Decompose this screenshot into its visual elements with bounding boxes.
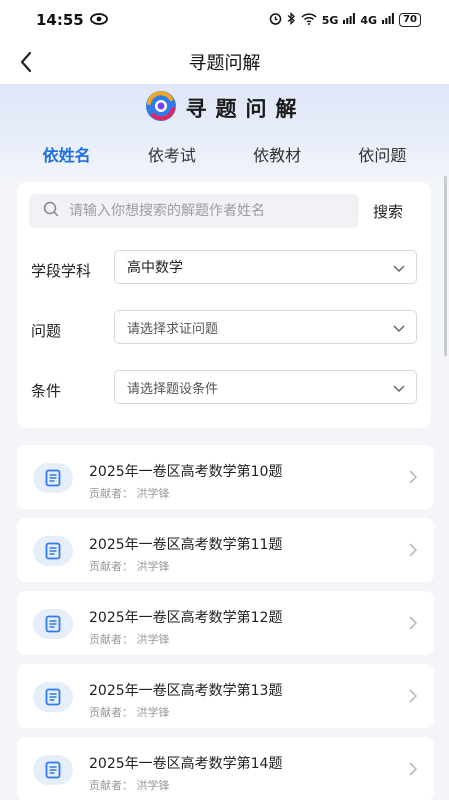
document-icon: [33, 463, 73, 493]
list-item[interactable]: 2025年一卷区高考数学第12题 贡献者： 洪学锋: [17, 591, 434, 655]
bluetooth-icon: [287, 11, 296, 28]
signal-4g-label: 4G: [360, 13, 378, 27]
scrollbar[interactable]: [444, 176, 447, 356]
status-left: 14:55: [36, 11, 108, 29]
item-title: 2025年一卷区高考数学第11题: [89, 537, 283, 553]
tab-by-exam[interactable]: 依考试: [144, 140, 200, 176]
item-contributor: 贡献者： 洪学锋: [89, 633, 170, 646]
chevron-right-icon: [408, 615, 418, 635]
chevron-right-icon: [408, 761, 418, 781]
item-title: 2025年一卷区高考数学第13题: [89, 683, 283, 699]
question-label: 问题: [31, 322, 62, 340]
item-contributor: 贡献者： 洪学锋: [89, 706, 170, 719]
subject-label: 学段学科: [31, 262, 92, 280]
condition-label: 条件: [31, 382, 62, 400]
item-title: 2025年一卷区高考数学第14题: [89, 756, 283, 772]
search-icon: [43, 201, 59, 221]
page-title: 寻题问解: [188, 53, 261, 74]
search-mode-tabs: 依姓名 依考试 依教材 依问题: [0, 140, 449, 176]
list-item[interactable]: 2025年一卷区高考数学第10题 贡献者： 洪学锋: [17, 445, 434, 509]
item-title: 2025年一卷区高考数学第10题: [89, 464, 283, 480]
search-box: [29, 194, 359, 228]
app-logo-icon: [144, 89, 178, 127]
chevron-down-icon: [392, 380, 406, 399]
chevron-down-icon: [392, 320, 406, 339]
item-contributor: 贡献者： 洪学锋: [89, 487, 170, 500]
search-button[interactable]: 搜索: [373, 201, 403, 222]
alarm-icon: [269, 12, 282, 28]
condition-placeholder: 请选择题设条件: [127, 381, 219, 397]
status-bar: 14:55 5G 4G 70: [0, 0, 449, 40]
signal-bars-icon: [343, 13, 356, 27]
signal-5g-label: 5G: [321, 13, 339, 27]
document-icon: [33, 682, 73, 712]
document-icon: [33, 755, 73, 785]
chevron-right-icon: [408, 469, 418, 489]
list-item[interactable]: 2025年一卷区高考数学第14题 贡献者： 洪学锋: [17, 737, 434, 800]
document-icon: [33, 609, 73, 639]
chevron-right-icon: [408, 542, 418, 562]
condition-select[interactable]: 请选择题设条件: [114, 370, 417, 404]
chevron-right-icon: [408, 688, 418, 708]
brand: 寻题问解: [0, 90, 449, 126]
back-button[interactable]: [12, 48, 40, 76]
chevron-down-icon: [392, 260, 406, 279]
tab-by-textbook[interactable]: 依教材: [249, 140, 305, 176]
subject-value: 高中数学: [127, 260, 183, 276]
list-item[interactable]: 2025年一卷区高考数学第11题 贡献者： 洪学锋: [17, 518, 434, 582]
question-select[interactable]: 请选择求证问题: [114, 310, 417, 344]
item-title: 2025年一卷区高考数学第12题: [89, 610, 283, 626]
brand-title: 寻题问解: [185, 97, 306, 121]
search-input[interactable]: [69, 203, 349, 219]
signal-bars-icon: [382, 13, 394, 27]
nav-bar: 寻题问解: [0, 40, 449, 84]
item-contributor: 贡献者： 洪学锋: [89, 560, 170, 573]
list-item[interactable]: 2025年一卷区高考数学第13题 贡献者： 洪学锋: [17, 664, 434, 728]
back-arrow-icon: [20, 51, 32, 73]
item-contributor: 贡献者： 洪学锋: [89, 779, 170, 792]
subject-select[interactable]: 高中数学: [114, 250, 417, 284]
battery-indicator: 70: [399, 13, 421, 27]
filter-card: 搜索 学段学科 高中数学 问题 请选择求证问题 条件 请选择题设条件: [17, 182, 431, 428]
status-time: 14:55: [36, 11, 84, 29]
tab-by-question[interactable]: 依问题: [354, 140, 410, 176]
tab-by-name[interactable]: 依姓名: [39, 140, 95, 176]
wifi-icon: [301, 12, 317, 28]
status-right: 5G 4G 70: [269, 11, 421, 28]
question-placeholder: 请选择求证问题: [127, 321, 219, 337]
eye-icon: [89, 11, 108, 29]
document-icon: [33, 536, 73, 566]
